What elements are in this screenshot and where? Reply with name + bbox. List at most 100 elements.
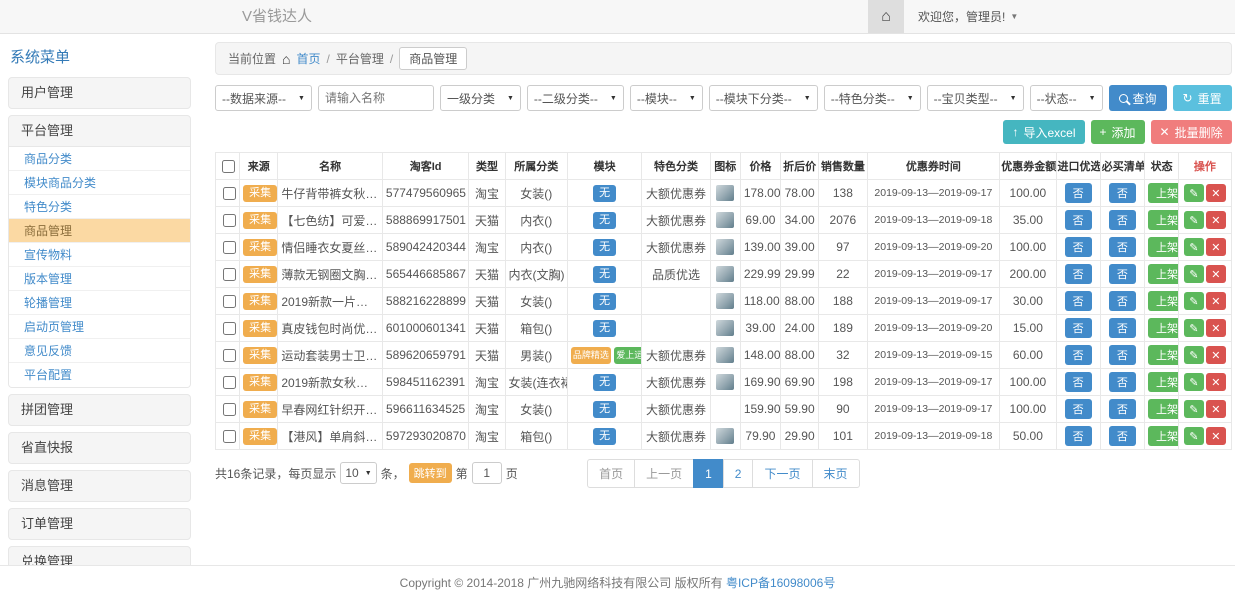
must-buy-toggle[interactable]: 否 [1109, 264, 1136, 284]
import-excel-button[interactable]: ↑ 导入excel [1003, 120, 1084, 144]
delete-button[interactable]: ✕ [1206, 292, 1226, 310]
page-button[interactable]: 下一页 [752, 459, 812, 488]
import-pick-toggle[interactable]: 否 [1065, 264, 1092, 284]
filter-select[interactable]: --模块--▼ [630, 85, 703, 111]
filter-select[interactable]: --宝贝类型--▼ [927, 85, 1024, 111]
filter-select[interactable]: --模块下分类--▼ [709, 85, 818, 111]
edit-button[interactable]: ✎ [1184, 292, 1204, 310]
sidebar-item[interactable]: 用户管理 [9, 78, 190, 108]
page-number-input[interactable] [472, 462, 502, 484]
sidebar-item[interactable]: 消息管理 [9, 471, 190, 501]
sidebar-subitem[interactable]: 轮播管理 [9, 291, 190, 315]
must-buy-toggle[interactable]: 否 [1109, 183, 1136, 203]
import-pick-toggle[interactable]: 否 [1065, 372, 1092, 392]
page-button[interactable]: 末页 [812, 459, 860, 488]
import-pick-toggle[interactable]: 否 [1065, 210, 1092, 230]
batch-delete-button[interactable]: ✕ 批量删除 [1151, 120, 1232, 144]
status-badge[interactable]: 上架 [1148, 345, 1179, 365]
filter-select[interactable]: --二级分类--▼ [527, 85, 624, 111]
delete-button[interactable]: ✕ [1206, 265, 1226, 283]
status-badge[interactable]: 上架 [1148, 210, 1179, 230]
breadcrumb-item-platform[interactable]: 平台管理 [336, 50, 384, 67]
row-checkbox[interactable] [223, 241, 236, 254]
edit-button[interactable]: ✎ [1184, 400, 1204, 418]
sidebar-subitem[interactable]: 商品管理 [9, 219, 190, 243]
user-menu[interactable]: 欢迎您，管理员! ▼ [904, 0, 1032, 33]
sidebar-subitem[interactable]: 平台配置 [9, 363, 190, 387]
page-button[interactable]: 2 [723, 459, 754, 488]
row-checkbox[interactable] [223, 214, 236, 227]
sidebar-subitem[interactable]: 启动页管理 [9, 315, 190, 339]
sidebar-item[interactable]: 省直快报 [9, 433, 190, 463]
row-checkbox[interactable] [223, 403, 236, 416]
import-pick-toggle[interactable]: 否 [1065, 291, 1092, 311]
edit-button[interactable]: ✎ [1184, 211, 1204, 229]
breadcrumb-home-link[interactable]: 首页 [296, 50, 320, 67]
sidebar-subitem[interactable]: 宣传物料 [9, 243, 190, 267]
filter-select[interactable]: --特色分类--▼ [824, 85, 921, 111]
edit-button[interactable]: ✎ [1184, 373, 1204, 391]
sidebar-item[interactable]: 拼团管理 [9, 395, 190, 425]
filter-select[interactable]: 一级分类▼ [440, 85, 521, 111]
home-button[interactable]: ⌂ [868, 0, 904, 33]
must-buy-toggle[interactable]: 否 [1109, 426, 1136, 446]
status-badge[interactable]: 上架 [1148, 264, 1179, 284]
jump-button[interactable]: 跳转到 [409, 463, 452, 483]
import-pick-toggle[interactable]: 否 [1065, 345, 1092, 365]
delete-button[interactable]: ✕ [1206, 427, 1226, 445]
select-all-checkbox[interactable] [222, 160, 235, 173]
delete-button[interactable]: ✕ [1206, 373, 1226, 391]
edit-button[interactable]: ✎ [1184, 427, 1204, 445]
page-button[interactable]: 上一页 [634, 459, 694, 488]
row-checkbox[interactable] [223, 322, 236, 335]
edit-button[interactable]: ✎ [1184, 346, 1204, 364]
delete-button[interactable]: ✕ [1206, 238, 1226, 256]
filter-select[interactable]: --状态--▼ [1030, 85, 1103, 111]
sidebar-subitem[interactable]: 特色分类 [9, 195, 190, 219]
sidebar-subitem[interactable]: 意见反馈 [9, 339, 190, 363]
must-buy-toggle[interactable]: 否 [1109, 345, 1136, 365]
icp-link[interactable]: 粤ICP备16098006号 [726, 576, 835, 590]
row-checkbox[interactable] [223, 430, 236, 443]
must-buy-toggle[interactable]: 否 [1109, 372, 1136, 392]
row-checkbox[interactable] [223, 376, 236, 389]
status-badge[interactable]: 上架 [1148, 291, 1179, 311]
page-button[interactable]: 1 [693, 459, 724, 488]
delete-button[interactable]: ✕ [1206, 319, 1226, 337]
row-checkbox[interactable] [223, 187, 236, 200]
per-page-select[interactable]: 10 ▼ [340, 462, 376, 484]
edit-button[interactable]: ✎ [1184, 184, 1204, 202]
import-pick-toggle[interactable]: 否 [1065, 318, 1092, 338]
sidebar-item[interactable]: 订单管理 [9, 509, 190, 539]
must-buy-toggle[interactable]: 否 [1109, 291, 1136, 311]
must-buy-toggle[interactable]: 否 [1109, 237, 1136, 257]
status-badge[interactable]: 上架 [1148, 183, 1179, 203]
edit-button[interactable]: ✎ [1184, 238, 1204, 256]
must-buy-toggle[interactable]: 否 [1109, 318, 1136, 338]
delete-button[interactable]: ✕ [1206, 211, 1226, 229]
import-pick-toggle[interactable]: 否 [1065, 237, 1092, 257]
status-badge[interactable]: 上架 [1148, 237, 1179, 257]
sidebar-subitem[interactable]: 版本管理 [9, 267, 190, 291]
status-badge[interactable]: 上架 [1148, 426, 1179, 446]
sidebar-subitem[interactable]: 模块商品分类 [9, 171, 190, 195]
add-button[interactable]: + 添加 [1091, 120, 1145, 144]
import-pick-toggle[interactable]: 否 [1065, 183, 1092, 203]
must-buy-toggle[interactable]: 否 [1109, 399, 1136, 419]
delete-button[interactable]: ✕ [1206, 400, 1226, 418]
delete-button[interactable]: ✕ [1206, 184, 1226, 202]
row-checkbox[interactable] [223, 268, 236, 281]
page-button[interactable]: 首页 [587, 459, 635, 488]
status-badge[interactable]: 上架 [1148, 372, 1179, 392]
status-badge[interactable]: 上架 [1148, 399, 1179, 419]
sidebar-item[interactable]: 平台管理 [9, 116, 190, 146]
reset-button[interactable]: ↻ 重置 [1173, 85, 1232, 111]
import-pick-toggle[interactable]: 否 [1065, 399, 1092, 419]
filter-select[interactable]: --数据来源--▼ [215, 85, 312, 111]
sidebar-subitem[interactable]: 商品分类 [9, 147, 190, 171]
name-filter-input[interactable] [318, 85, 434, 111]
edit-button[interactable]: ✎ [1184, 265, 1204, 283]
must-buy-toggle[interactable]: 否 [1109, 210, 1136, 230]
search-button[interactable]: 查询 [1109, 85, 1167, 111]
status-badge[interactable]: 上架 [1148, 318, 1179, 338]
